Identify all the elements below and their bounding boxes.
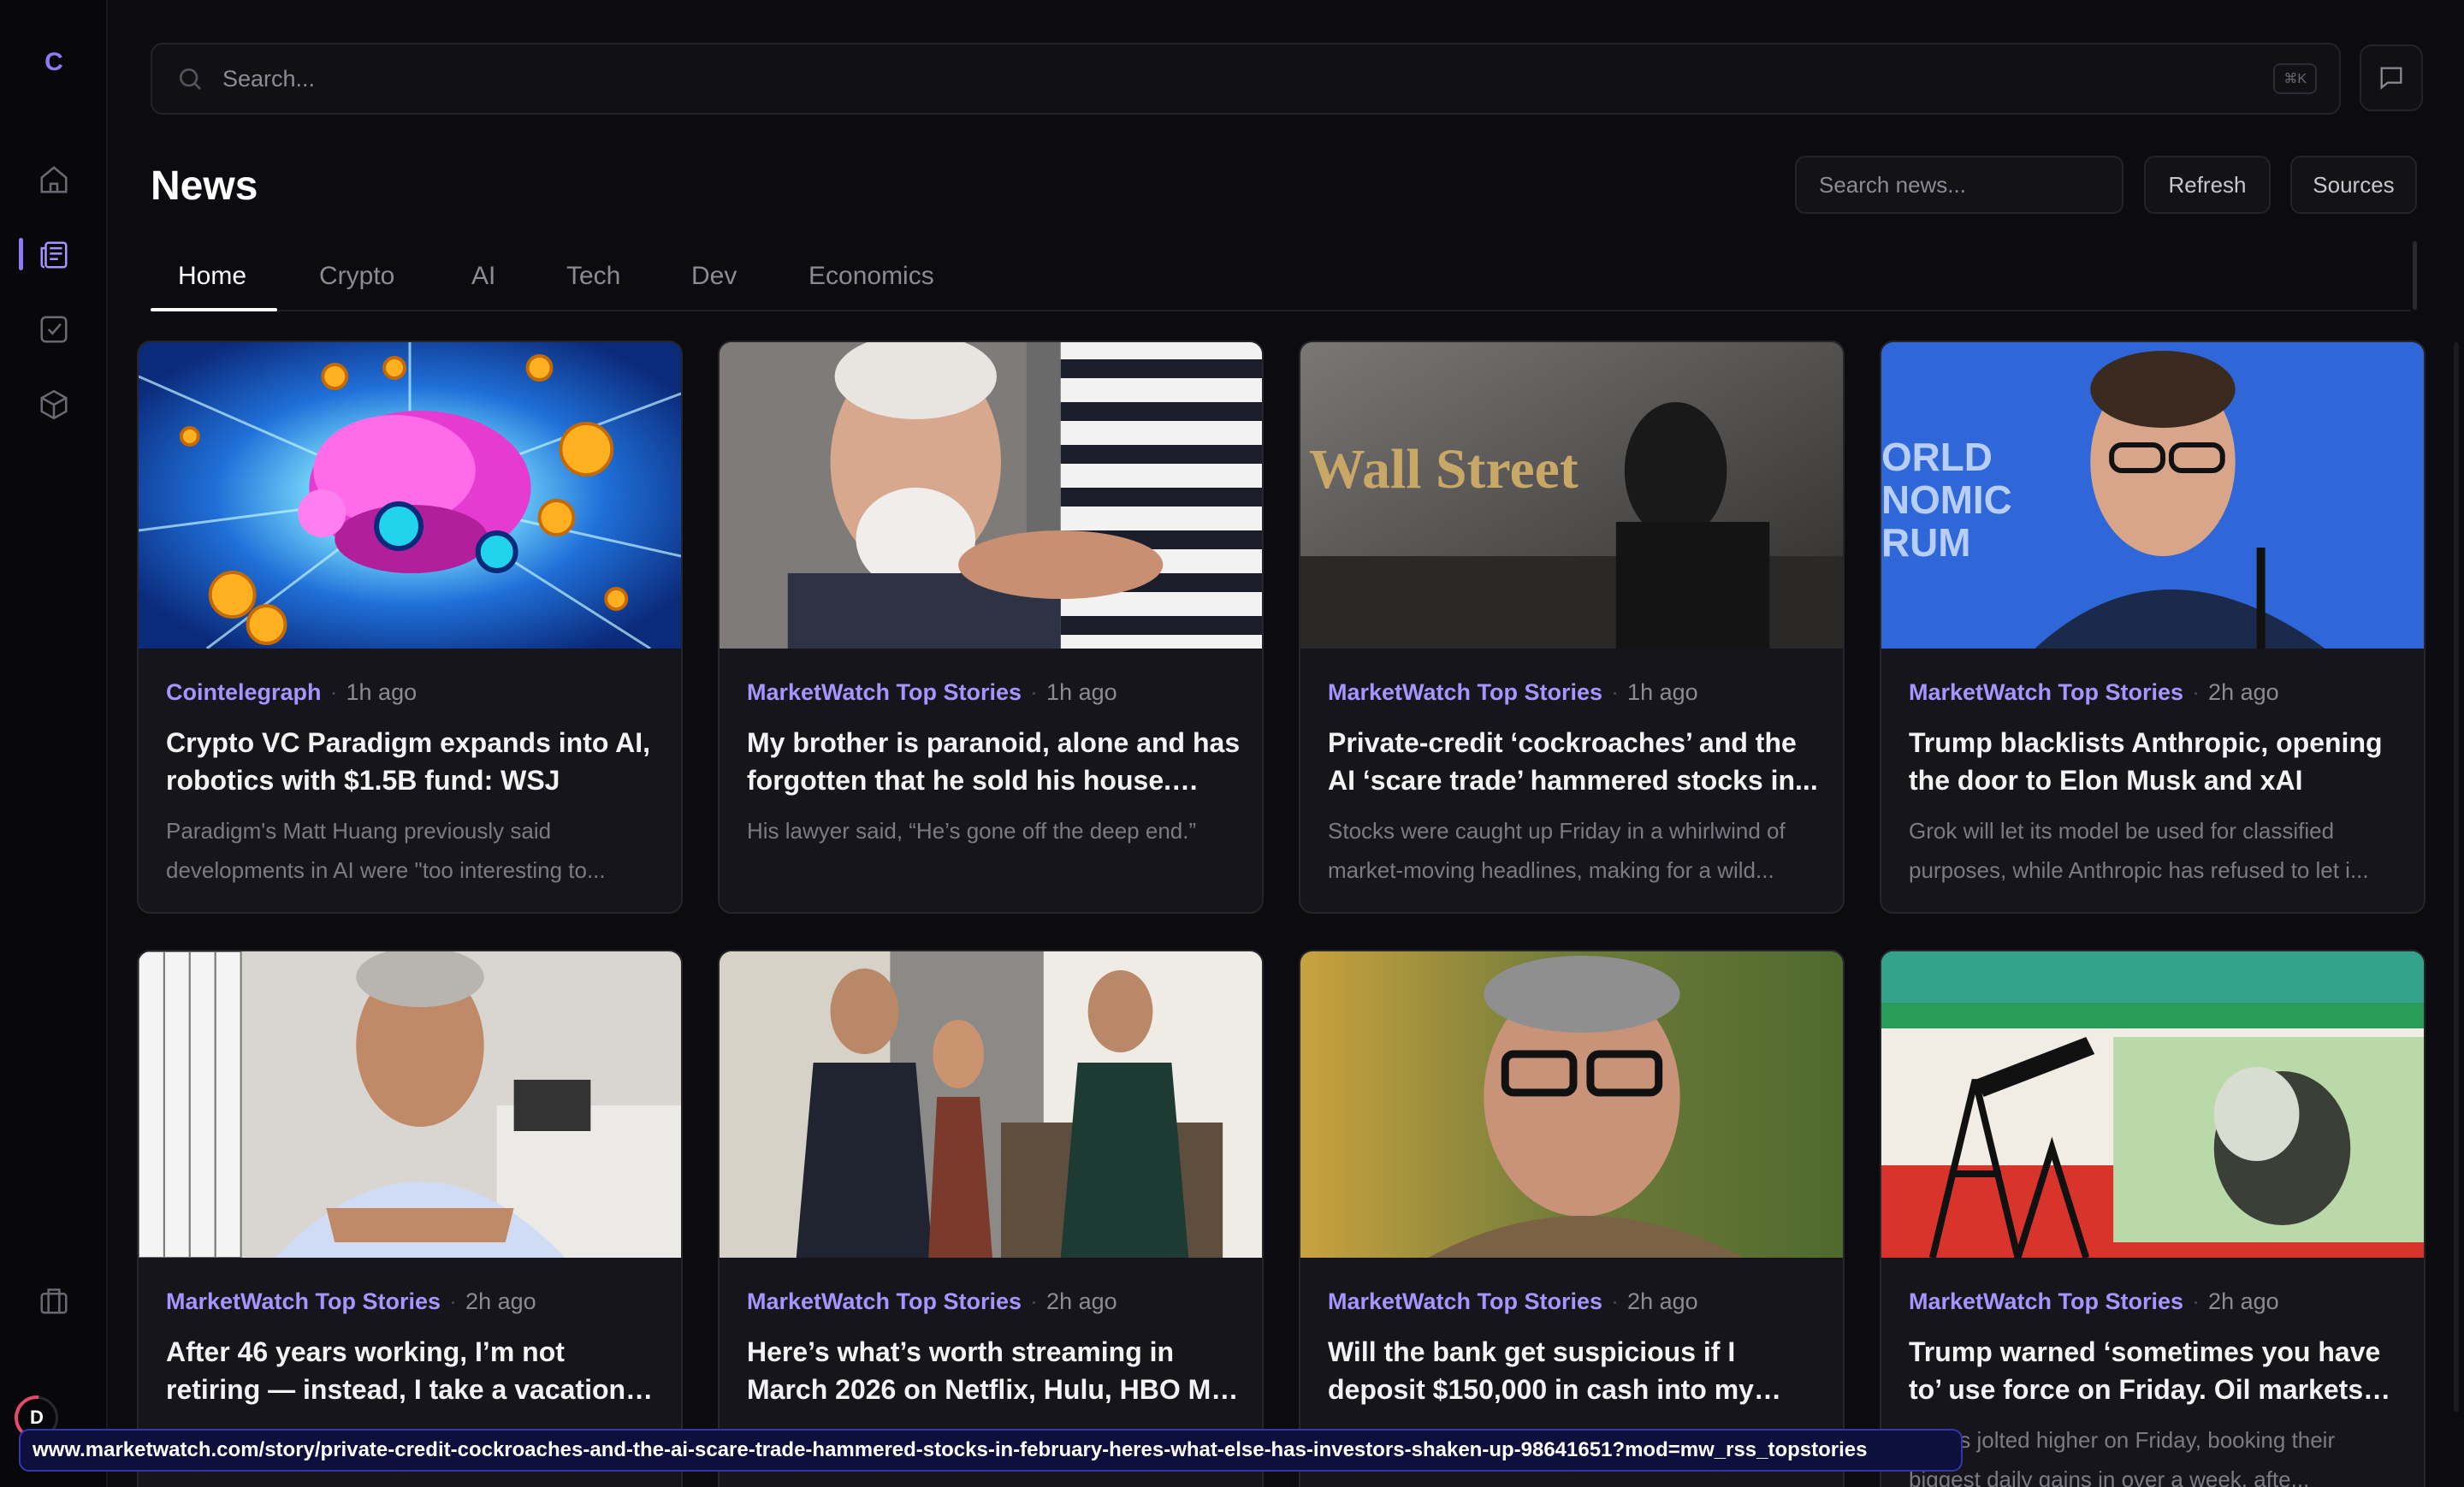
article-image [720,951,1262,1258]
meta-separator: · [449,1289,458,1314]
time-label: 2h ago [1627,1289,1698,1314]
news-search-input[interactable] [1795,156,2123,214]
tab-economics[interactable]: Economics [808,262,934,291]
article-image [1881,951,2424,1258]
card-meta: MarketWatch Top Stories · 2h ago [1909,679,2279,706]
app-window: C D ⌘K News Refresh Sources Home Crypto [0,0,2464,1487]
source-label[interactable]: MarketWatch Top Stories [1909,1289,2183,1314]
article-description: Prices jolted higher on Friday, booking … [1909,1427,2336,1487]
article-description: His lawyer said, “He’s gone off the deep… [747,818,1197,844]
forum-text-2: NOMIC [1881,477,2012,522]
page-scrollbar[interactable] [2454,342,2459,1412]
news-card[interactable]: MarketWatch Top Stories · 2h ago Will the … [1299,950,1845,1487]
time-label: 1h ago [346,679,418,705]
tab-ai[interactable]: AI [471,262,495,291]
category-tabs: Home Crypto AI Tech Dev Economics [151,245,2411,311]
time-label: 2h ago [2208,1289,2279,1314]
meta-separator: · [2192,1289,2200,1314]
article-description: Stocks were caught up Friday in a whirlw… [1328,818,1786,883]
wall-street-sign: Wall Street [1309,438,1578,501]
nav-active-indicator [19,238,23,270]
article-title[interactable]: Crypto VC Paradigm expands into AI, robo… [166,724,662,799]
forum-text-1: ORLD [1881,435,1993,479]
news-icon[interactable] [33,234,75,276]
article-title[interactable]: Trump blacklists Anthropic, opening the … [1909,724,2405,799]
meta-separator: · [1030,1289,1039,1314]
news-card[interactable]: Cointelegraph · 1h ago Crypto VC Paradigm … [137,341,683,914]
forum-text-3: RUM [1881,520,1970,565]
article-image [139,342,681,649]
sidebar: C D [0,0,108,1487]
tab-home[interactable]: Home [178,262,246,291]
news-card[interactable]: ORLD NOMIC RUM MarketWatch Top Stories · 2… [1880,341,2426,914]
global-search-bar: ⌘K [151,43,2341,115]
refresh-button[interactable]: Refresh [2144,156,2271,214]
article-image [139,951,681,1258]
news-card[interactable]: MarketWatch Top Stories · 2h ago Trump war… [1880,950,2426,1487]
time-label: 2h ago [465,1289,536,1314]
meta-separator: · [1030,679,1039,705]
card-meta: Cointelegraph · 1h ago [166,679,417,706]
time-label: 1h ago [1627,679,1698,705]
time-label: 2h ago [1046,1289,1117,1314]
chat-icon [2380,67,2402,90]
source-label[interactable]: MarketWatch Top Stories [747,679,1022,705]
tab-crypto[interactable]: Crypto [319,262,394,291]
article-title[interactable]: Here’s what’s worth streaming in March 2… [747,1333,1243,1408]
card-meta: MarketWatch Top Stories · 2h ago [747,1289,1117,1315]
meta-separator: · [329,679,338,705]
card-meta: MarketWatch Top Stories · 2h ago [1909,1289,2279,1315]
time-label: 1h ago [1046,679,1117,705]
meta-separator: · [2192,679,2200,705]
page-title: News [151,163,258,209]
tab-tech[interactable]: Tech [566,262,620,291]
time-label: 2h ago [2208,679,2279,705]
article-title[interactable]: Private-credit ‘cockroaches’ and the AI … [1328,724,1824,799]
article-description: Grok will let its model be used for clas… [1909,818,2369,883]
card-meta: MarketWatch Top Stories · 1h ago [747,679,1117,706]
app-logo[interactable]: C [41,48,67,79]
card-meta: MarketWatch Top Stories · 1h ago [1328,679,1698,706]
source-label[interactable]: MarketWatch Top Stories [166,1289,441,1314]
news-card[interactable]: MarketWatch Top Stories · 2h ago After 46 … [137,950,683,1487]
news-card[interactable]: Wall Street MarketWatch Top Stories · 1h a… [1299,341,1845,914]
source-label[interactable]: MarketWatch Top Stories [747,1289,1022,1314]
news-card[interactable]: MarketWatch Top Stories · 2h ago Here’s wh… [718,950,1264,1487]
active-tab-underline [151,308,277,311]
package-icon[interactable] [33,383,75,426]
home-icon[interactable] [33,158,75,201]
article-title[interactable]: Will the bank get suspicious if I deposi… [1328,1333,1824,1408]
news-card[interactable]: MarketWatch Top Stories · 1h ago My brothe… [718,341,1264,914]
article-title[interactable]: Trump warned ‘sometimes you have to’ use… [1909,1333,2405,1408]
link-status-url: www.marketwatch.com/story/private-credit… [19,1429,1963,1472]
sources-button[interactable]: Sources [2290,156,2417,214]
global-search-input[interactable] [222,65,2274,92]
meta-separator: · [1611,679,1620,705]
tasks-icon[interactable] [33,308,75,351]
article-image [1300,951,1843,1258]
card-meta: MarketWatch Top Stories · 2h ago [1328,1289,1698,1315]
source-label[interactable]: MarketWatch Top Stories [1328,1289,1602,1314]
article-title[interactable]: My brother is paranoid, alone and has fo… [747,724,1243,799]
source-label[interactable]: MarketWatch Top Stories [1909,679,2183,705]
chat-button[interactable] [2360,44,2423,111]
search-icon [180,68,201,90]
shortcut-hint: ⌘K [2273,63,2317,94]
briefcase-icon[interactable] [33,1279,75,1322]
card-meta: MarketWatch Top Stories · 2h ago [166,1289,536,1315]
article-title[interactable]: After 46 years working, I’m not retiring… [166,1333,662,1408]
source-label[interactable]: Cointelegraph [166,679,322,705]
article-image [720,342,1262,649]
article-description: Paradigm's Matt Huang previously said de… [166,818,606,883]
meta-separator: · [1611,1289,1620,1314]
source-label[interactable]: MarketWatch Top Stories [1328,679,1602,705]
tabs-scrollbar[interactable] [2413,241,2417,310]
article-image: ORLD NOMIC RUM [1881,342,2424,649]
article-image: Wall Street [1300,342,1843,649]
tab-dev[interactable]: Dev [691,262,737,291]
